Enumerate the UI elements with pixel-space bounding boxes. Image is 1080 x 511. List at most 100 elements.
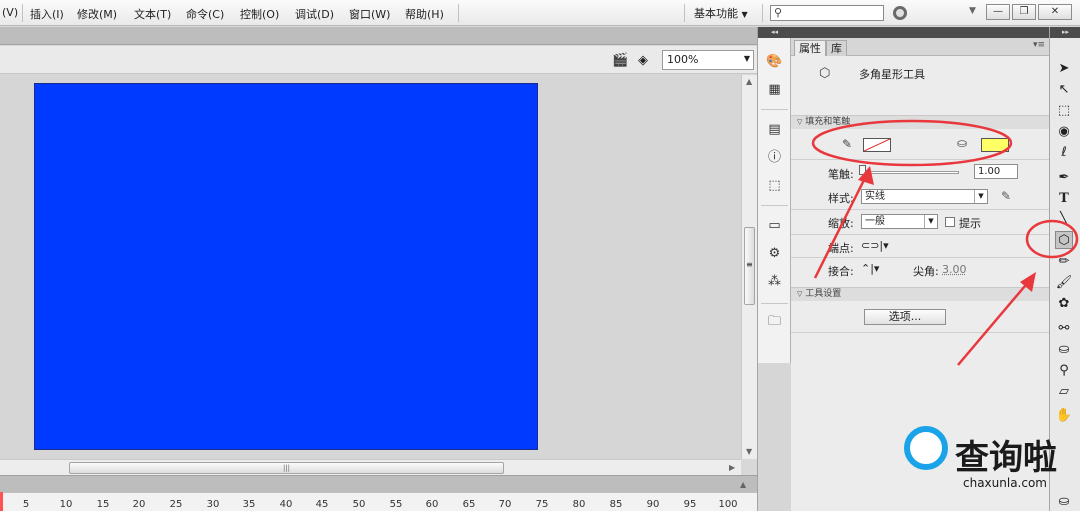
info-icon[interactable]: ⓘ xyxy=(766,149,783,166)
scale-label: 缩放: xyxy=(828,217,854,230)
ruler-frame-number: 85 xyxy=(609,499,623,510)
ruler-frame-number: 15 xyxy=(96,499,110,510)
menu-text[interactable]: 文本(T) xyxy=(134,6,171,22)
tab-library[interactable]: 库 xyxy=(826,40,847,56)
vertical-scrollbar[interactable]: ▲ ≡ ▼ xyxy=(741,75,757,459)
align-icon[interactable]: ▤ xyxy=(766,121,783,138)
scroll-right-icon[interactable]: ▶ xyxy=(729,463,735,472)
scroll-up-icon[interactable]: ▲ xyxy=(746,77,752,86)
collapse-icon[interactable]: ▸▸ xyxy=(1050,27,1080,38)
vertical-scroll-thumb[interactable]: ≡ xyxy=(744,227,755,305)
eraser-tool-icon[interactable]: ▱ xyxy=(1055,383,1073,401)
polystar-icon: ⬡ xyxy=(819,66,831,81)
style-value: 实线 xyxy=(865,191,885,202)
line-tool-icon[interactable]: ╲ xyxy=(1055,211,1073,229)
panel-menu-icon[interactable]: ▾≡ xyxy=(1033,40,1045,50)
join-select[interactable]: ⌃|▾ xyxy=(861,262,879,275)
collapse-icon[interactable]: ▲ xyxy=(740,480,746,489)
menu-separator xyxy=(762,4,763,22)
panel-tabs: 属性 库 ▾≡ xyxy=(791,38,1049,56)
text-tool-icon[interactable]: T xyxy=(1055,190,1073,208)
ruler-frame-number: 70 xyxy=(498,499,512,510)
subselection-tool-icon[interactable]: ↖ xyxy=(1055,81,1073,99)
style-label: 样式: xyxy=(828,192,854,205)
stage-canvas[interactable] xyxy=(34,83,538,450)
search-input[interactable]: ⚲ xyxy=(770,5,884,21)
divider xyxy=(791,159,1049,160)
stroke-width-field[interactable]: 1.00 xyxy=(974,164,1018,179)
deco-tool-icon[interactable]: ✿ xyxy=(1055,295,1073,313)
edit-stroke-style-icon[interactable]: ✎ xyxy=(1001,189,1011,203)
stroke-color-swatch[interactable] xyxy=(863,138,891,152)
divider xyxy=(791,234,1049,235)
polystar-tool-icon[interactable]: ⬡ xyxy=(1055,231,1073,249)
menu-control[interactable]: 控制(O) xyxy=(240,6,279,22)
ruler-frame-number: 55 xyxy=(389,499,403,510)
menu-modify[interactable]: 修改(M) xyxy=(77,6,117,22)
swatches-icon[interactable]: ▦ xyxy=(766,81,783,98)
3d-rotation-tool-icon[interactable]: ◉ xyxy=(1055,123,1073,141)
ruler-frame-number: 100 xyxy=(718,499,738,510)
menu-separator xyxy=(684,4,685,22)
hint-checkbox[interactable] xyxy=(945,217,955,227)
style-select[interactable]: 实线 ▼ xyxy=(861,189,988,204)
pen-tool-icon[interactable]: ✒ xyxy=(1055,169,1073,187)
slider-handle[interactable] xyxy=(859,165,866,175)
ruler-frame-number: 30 xyxy=(206,499,220,510)
lasso-tool-icon[interactable]: ℓ xyxy=(1055,144,1073,162)
menu-window[interactable]: 窗口(W) xyxy=(349,6,390,22)
transform-icon[interactable]: ⬚ xyxy=(766,177,783,194)
sync-status-icon[interactable] xyxy=(893,6,907,20)
ruler-frame-number: 65 xyxy=(462,499,476,510)
ruler-frame-number: 5 xyxy=(22,499,30,510)
workspace-label: 基本功能 xyxy=(694,7,738,20)
pencil-tool-icon[interactable]: ✏ xyxy=(1055,253,1073,271)
chevron-down-icon: ▼ xyxy=(924,215,937,228)
project-icon[interactable]: 🗀 xyxy=(766,313,783,330)
paint-bucket-tool-icon[interactable]: ⛀ xyxy=(1055,341,1073,359)
workspace-switcher[interactable]: 基本功能 ▼ xyxy=(694,5,748,21)
options-button[interactable]: 选项... xyxy=(864,309,946,325)
close-button[interactable]: ✕ xyxy=(1038,4,1072,20)
chevron-down-icon[interactable]: ▼ xyxy=(969,6,976,16)
empty-area xyxy=(758,363,791,511)
scroll-down-icon[interactable]: ▼ xyxy=(746,447,752,456)
bone-tool-icon[interactable]: ⚯ xyxy=(1055,320,1073,338)
fill-bucket-icon: ⛀ xyxy=(957,136,968,150)
menu-debug[interactable]: 调试(D) xyxy=(295,6,334,22)
collapse-icon[interactable]: ◂◂ xyxy=(758,27,791,38)
section-tool-settings[interactable]: ▽ 工具设置 xyxy=(791,287,1049,301)
chevron-down-icon: ▽ xyxy=(797,118,803,126)
menu-separator xyxy=(22,4,23,22)
fill-color-swatch[interactable] xyxy=(981,138,1009,152)
tab-properties[interactable]: 属性 xyxy=(794,40,826,56)
restore-button[interactable]: ❐ xyxy=(1012,4,1036,20)
menu-view[interactable]: (V) xyxy=(2,6,18,19)
ruler-frame-number: 25 xyxy=(169,499,183,510)
free-transform-tool-icon[interactable]: ⬚ xyxy=(1055,102,1073,120)
horizontal-scrollbar[interactable]: ||| ▶ xyxy=(0,459,741,475)
menu-insert[interactable]: 插入(I) xyxy=(30,6,64,22)
playhead[interactable] xyxy=(0,492,3,511)
scale-select[interactable]: 一般 ▼ xyxy=(861,214,938,229)
brush-tool-icon[interactable]: 🖌 xyxy=(1055,274,1073,292)
edit-symbol-icon[interactable]: ◈ xyxy=(638,53,648,68)
selection-tool-icon[interactable]: ➤ xyxy=(1055,60,1073,78)
edit-scene-icon[interactable]: 🎬 xyxy=(612,53,628,68)
eyedropper-tool-icon[interactable]: ⚲ xyxy=(1055,362,1073,380)
color-icon[interactable]: 🎨 xyxy=(766,53,783,70)
code-snippets-icon[interactable]: ▭ xyxy=(766,217,783,234)
cap-select[interactable]: ⊂⊃|▾ xyxy=(861,239,889,252)
timeline-ruler[interactable]: 5 10 15 20 25 30 35 40 45 50 55 60 65 70 75 80 85 90 95 100 xyxy=(0,492,757,511)
section-fill-stroke[interactable]: ▽ 填充和笔触 xyxy=(791,115,1049,129)
zoom-select[interactable]: 100% ▼ xyxy=(662,50,754,70)
motion-presets-icon[interactable]: ⁂ xyxy=(766,273,783,290)
menu-help[interactable]: 帮助(H) xyxy=(405,6,444,22)
miter-value[interactable]: 3.00 xyxy=(942,263,967,276)
menu-separator xyxy=(458,4,459,22)
menu-commands[interactable]: 命令(C) xyxy=(186,6,224,22)
stroke-width-slider[interactable] xyxy=(861,171,959,174)
components-icon[interactable]: ⚙ xyxy=(766,245,783,262)
minimize-button[interactable]: — xyxy=(986,4,1010,20)
horizontal-scroll-thumb[interactable]: ||| xyxy=(69,462,504,474)
